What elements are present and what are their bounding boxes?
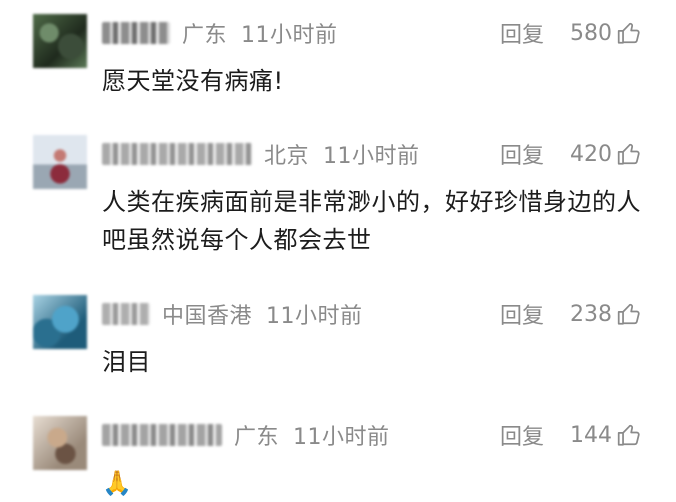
- time-label: 11小时前: [266, 304, 363, 329]
- avatar[interactable]: [33, 295, 87, 349]
- location-label: 北京: [264, 144, 310, 169]
- comment-meta: 中国香港 11小时前: [102, 297, 363, 331]
- location-label: 中国香港: [162, 304, 253, 329]
- time-label: 11小时前: [323, 144, 420, 169]
- thumbs-up-icon[interactable]: [616, 301, 642, 327]
- thumbs-up-icon[interactable]: [616, 20, 642, 46]
- like-count: 580: [570, 20, 612, 46]
- thumbs-up-icon[interactable]: [616, 422, 642, 448]
- comment-meta: 广东 11小时前: [102, 418, 390, 452]
- comment-text: 🙏: [102, 469, 133, 497]
- reply-button[interactable]: 回复: [500, 17, 544, 49]
- location-label: 广东: [182, 23, 228, 48]
- comment-meta: 广东 11小时前: [102, 16, 338, 50]
- comment-meta: 北京 11小时前: [102, 137, 420, 171]
- reply-button[interactable]: 回复: [500, 138, 544, 170]
- avatar[interactable]: [33, 135, 87, 189]
- like-count: 144: [570, 422, 612, 448]
- comment-actions: 回复 238: [500, 297, 642, 331]
- time-label: 11小时前: [293, 425, 390, 450]
- avatar[interactable]: [33, 416, 87, 470]
- comment-text: 人类在疾病面前是非常渺小的，好好珍惜身边的人吧虽然说每个人都会去世: [102, 188, 641, 254]
- comment-text: 愿天堂没有病痛!: [102, 67, 284, 95]
- comment-actions: 回复 420: [500, 137, 642, 171]
- time-label: 11小时前: [241, 23, 338, 48]
- location-label: 广东: [234, 425, 280, 450]
- like-count: 238: [570, 301, 612, 327]
- username-blurred[interactable]: [102, 303, 150, 325]
- comment-actions: 回复 144: [500, 418, 642, 452]
- reply-button[interactable]: 回复: [500, 298, 544, 330]
- reply-button[interactable]: 回复: [500, 419, 544, 451]
- thumbs-up-icon[interactable]: [616, 141, 642, 167]
- username-blurred[interactable]: [102, 424, 222, 446]
- comment-text: 泪目: [102, 348, 151, 376]
- comment-actions: 回复 580: [500, 16, 642, 50]
- username-blurred[interactable]: [102, 143, 252, 165]
- like-count: 420: [570, 141, 612, 167]
- username-blurred[interactable]: [102, 22, 170, 44]
- avatar[interactable]: [33, 14, 87, 68]
